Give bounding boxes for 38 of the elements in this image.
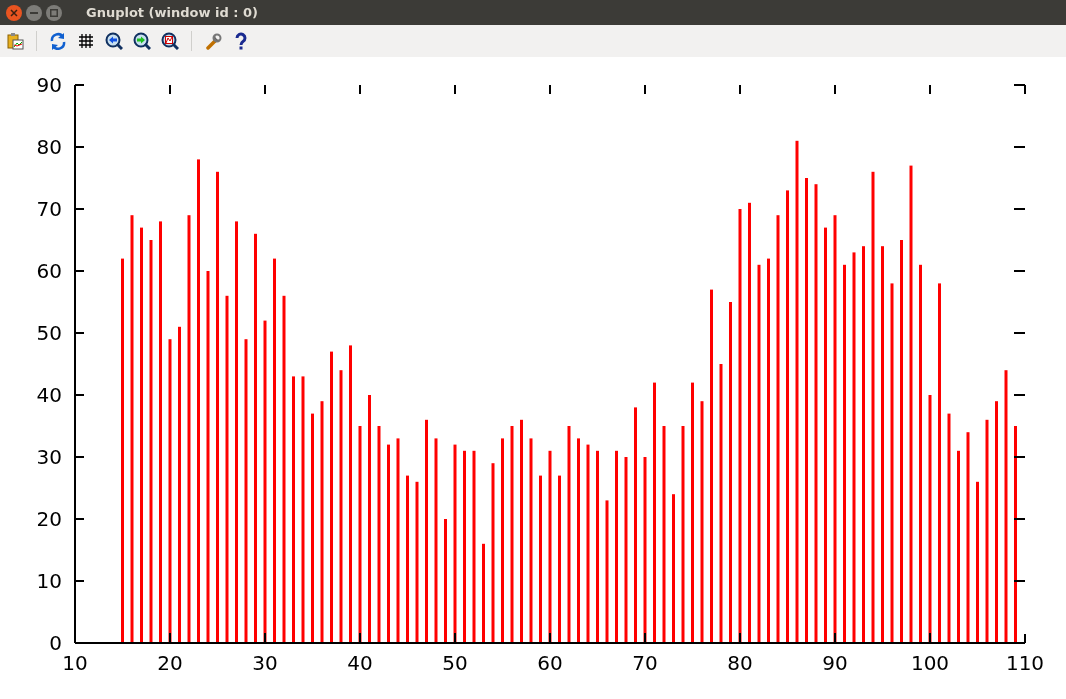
window-title: Gnuplot (window id : 0) <box>86 3 259 22</box>
x-tick-label: 30 <box>252 651 278 675</box>
y-tick-label: 20 <box>36 507 62 531</box>
x-tick-label: 20 <box>157 651 183 675</box>
y-tick-label: 30 <box>36 445 62 469</box>
x-tick-label: 90 <box>822 651 848 675</box>
y-tick-label: 90 <box>36 73 62 97</box>
close-icon <box>10 8 18 17</box>
zoom-forward-icon <box>133 32 151 50</box>
minimize-button[interactable] <box>26 4 42 21</box>
y-tick-label: 40 <box>36 383 62 407</box>
y-tick-label: 0 <box>49 631 62 655</box>
y-tick-label: 50 <box>36 321 62 345</box>
x-tick-label: 50 <box>442 651 468 675</box>
y-tick-label: 80 <box>36 135 62 159</box>
maximize-button[interactable] <box>46 4 62 21</box>
refresh-icon <box>49 32 67 50</box>
y-tick-label: 60 <box>36 259 62 283</box>
y-tick-label: 70 <box>36 197 62 221</box>
toolbar-button[interactable] <box>159 30 181 52</box>
zoom-back-icon <box>105 32 123 50</box>
close-button[interactable] <box>6 4 22 21</box>
x-tick-label: 70 <box>632 651 658 675</box>
x-tick-label: 60 <box>537 651 563 675</box>
maximize-icon <box>50 8 58 17</box>
zoom-fit-icon <box>161 32 179 50</box>
toolbar-button[interactable] <box>103 30 125 52</box>
wrench-icon <box>204 32 222 50</box>
x-tick-label: 100 <box>910 651 950 675</box>
x-tick-label: 110 <box>1005 651 1045 675</box>
y-tick-label: 10 <box>36 569 62 593</box>
x-tick-label: 10 <box>62 651 88 675</box>
minimize-icon <box>30 11 38 14</box>
x-tick-label: 80 <box>727 651 753 675</box>
toolbar-button[interactable] <box>131 30 153 52</box>
grid-icon <box>77 32 95 50</box>
x-tick-label: 40 <box>347 651 373 675</box>
clipboard-icon <box>6 32 24 50</box>
